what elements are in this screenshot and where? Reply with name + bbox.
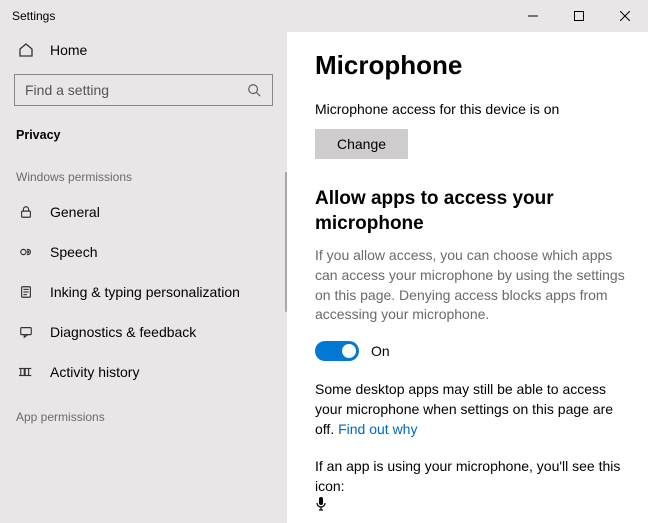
- content: Home Privacy Windows permissions General…: [0, 32, 648, 523]
- allow-toggle-row: On: [315, 341, 626, 361]
- allow-description: If you allow access, you can choose whic…: [315, 246, 626, 324]
- feedback-icon: [18, 324, 34, 340]
- sidebar-item-label: Speech: [50, 244, 97, 260]
- sidebar: Home Privacy Windows permissions General…: [0, 32, 287, 523]
- window-controls: [510, 0, 648, 32]
- speech-icon: [18, 244, 34, 260]
- sidebar-item-general[interactable]: General: [0, 192, 287, 232]
- sidebar-section-current: Privacy: [0, 120, 287, 152]
- desktop-apps-note: Some desktop apps may still be able to a…: [315, 379, 626, 440]
- in-use-note: If an app is using your microphone, you'…: [315, 456, 626, 520]
- change-button[interactable]: Change: [315, 129, 408, 159]
- allow-heading: Allow apps to access your microphone: [315, 187, 626, 236]
- access-status: Microphone access for this device is on: [315, 101, 626, 117]
- main-panel: Microphone Microphone access for this de…: [287, 32, 648, 523]
- search-icon: [236, 83, 272, 97]
- toggle-knob: [342, 344, 356, 358]
- activity-icon: [18, 364, 34, 380]
- sidebar-group-app-permissions: App permissions: [0, 392, 287, 432]
- allow-toggle[interactable]: [315, 341, 359, 361]
- in-use-note-text: If an app is using your microphone, you'…: [315, 458, 620, 494]
- sidebar-item-activity[interactable]: Activity history: [0, 352, 287, 392]
- sidebar-item-label: General: [50, 204, 100, 220]
- clipboard-icon: [18, 284, 34, 300]
- lock-icon: [18, 204, 34, 220]
- microphone-icon: [315, 496, 327, 519]
- nav-home[interactable]: Home: [0, 32, 287, 68]
- sidebar-item-label: Activity history: [50, 364, 139, 380]
- search-box[interactable]: [14, 74, 273, 106]
- page-title: Microphone: [315, 50, 626, 81]
- toggle-state-label: On: [371, 343, 390, 359]
- sidebar-item-inking[interactable]: Inking & typing personalization: [0, 272, 287, 312]
- sidebar-item-diagnostics[interactable]: Diagnostics & feedback: [0, 312, 287, 352]
- home-icon: [18, 42, 34, 58]
- window-title: Settings: [12, 9, 55, 23]
- minimize-button[interactable]: [510, 0, 556, 32]
- sidebar-item-label: Inking & typing personalization: [50, 284, 240, 300]
- sidebar-item-label: Diagnostics & feedback: [50, 324, 196, 340]
- close-button[interactable]: [602, 0, 648, 32]
- nav-home-label: Home: [50, 42, 87, 58]
- titlebar: Settings: [0, 0, 648, 32]
- search-input[interactable]: [15, 82, 236, 98]
- sidebar-item-speech[interactable]: Speech: [0, 232, 287, 272]
- find-out-why-link[interactable]: Find out why: [338, 421, 417, 437]
- sidebar-group-windows-permissions: Windows permissions: [0, 152, 287, 192]
- maximize-button[interactable]: [556, 0, 602, 32]
